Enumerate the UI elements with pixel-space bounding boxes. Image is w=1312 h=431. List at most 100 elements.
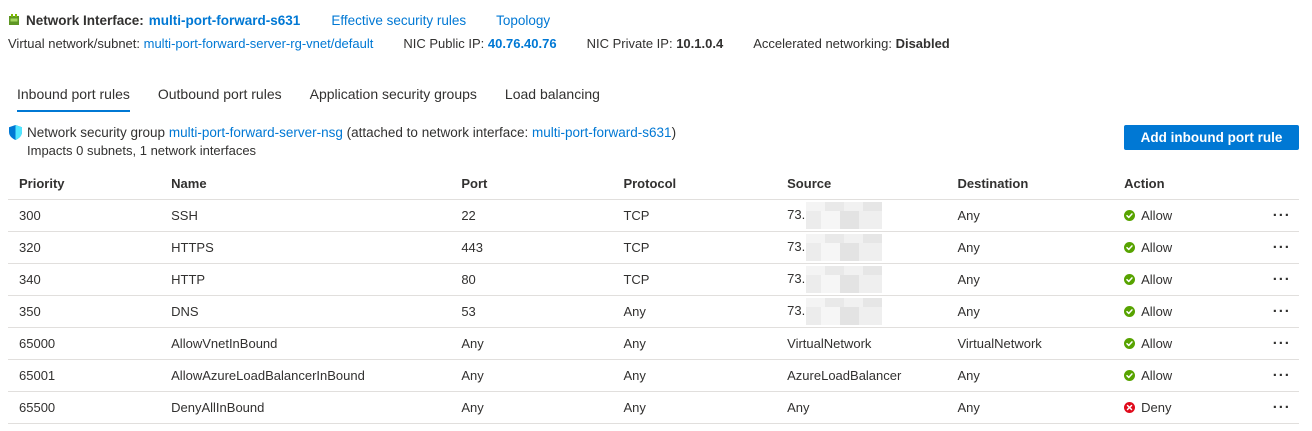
cell-action: Allow — [1113, 231, 1265, 264]
column-header-action[interactable]: Action — [1113, 167, 1265, 200]
tab-bar: Inbound port rules Outbound port rules A… — [17, 84, 628, 116]
cell-protocol: Any — [612, 327, 777, 360]
cell-protocol: TCP — [612, 199, 777, 232]
impacts-text: Impacts 0 subnets, 1 network interfaces — [27, 143, 257, 158]
column-header-priority[interactable]: Priority — [8, 167, 161, 200]
cell-source: 73. — [776, 263, 947, 296]
nic-details: Virtual network/subnet: multi-port-forwa… — [8, 34, 950, 52]
cell-destination: Any — [946, 359, 1114, 392]
action-label: Allow — [1141, 303, 1173, 319]
cell-action: Allow — [1113, 295, 1265, 328]
nsg-name-link[interactable]: multi-port-forward-server-nsg — [169, 125, 343, 140]
cell-action: Allow — [1113, 359, 1265, 392]
private-ip-label: NIC Private IP: — [586, 35, 673, 51]
tab-inbound-port-rules[interactable]: Inbound port rules — [17, 84, 130, 112]
cell-more: ··· — [1264, 231, 1299, 264]
page-header: Network Interface: multi-port-forward-s6… — [8, 11, 550, 29]
cell-source: AzureLoadBalancer — [776, 359, 947, 392]
cell-name: HTTPS — [160, 231, 451, 264]
cell-priority: 340 — [8, 263, 161, 296]
public-ip-label: NIC Public IP: — [403, 35, 485, 51]
action-label: Allow — [1141, 367, 1173, 383]
source-text: VirtualNetwork — [787, 336, 872, 351]
column-header-name[interactable]: Name — [160, 167, 451, 200]
cell-more: ··· — [1264, 327, 1299, 360]
attached-nic-link[interactable]: multi-port-forward-s631 — [532, 125, 672, 140]
cell-protocol: TCP — [612, 231, 777, 264]
tab-load-balancing[interactable]: Load balancing — [505, 84, 600, 108]
cell-source: 73. — [776, 231, 947, 264]
redacted-block — [806, 266, 883, 293]
cell-action: Deny — [1113, 391, 1265, 424]
cell-destination: Any — [946, 391, 1114, 424]
cell-priority: 300 — [8, 199, 161, 232]
table-body: 300 SSH 22 TCP 73. Any Allow ··· 320 HTTPS 443 TCP 7… — [8, 199, 1299, 424]
table-row[interactable]: 340 HTTP 80 TCP 73. Any Allow ··· — [8, 263, 1299, 296]
cell-destination: Any — [946, 231, 1114, 264]
table-row[interactable]: 320 HTTPS 443 TCP 73. Any Allow ··· — [8, 231, 1299, 264]
tab-outbound-port-rules[interactable]: Outbound port rules — [158, 84, 282, 108]
cell-action: Allow — [1113, 327, 1265, 360]
accelerated-networking-value: Disabled — [895, 35, 950, 51]
cell-source: 73. — [776, 295, 947, 328]
cell-port: Any — [450, 391, 613, 424]
cell-port: 22 — [450, 199, 613, 232]
more-options-icon[interactable]: ··· — [1273, 335, 1291, 352]
nsg-prefix: Network security group — [27, 124, 166, 140]
more-options-icon[interactable]: ··· — [1273, 271, 1291, 288]
cell-protocol: Any — [612, 391, 777, 424]
cell-port: 53 — [450, 295, 613, 328]
cell-source: Any — [776, 391, 947, 424]
redacted-block — [806, 298, 883, 325]
table-row[interactable]: 350 DNS 53 Any 73. Any Allow ··· — [8, 295, 1299, 328]
column-header-destination[interactable]: Destination — [946, 167, 1114, 200]
check-circle-icon — [1124, 369, 1136, 381]
more-options-icon[interactable]: ··· — [1273, 399, 1291, 416]
cell-destination: Any — [946, 199, 1114, 232]
cell-destination: Any — [946, 295, 1114, 328]
cell-name: AllowAzureLoadBalancerInBound — [160, 359, 451, 392]
topology-link[interactable]: Topology — [496, 13, 550, 28]
check-circle-icon — [1124, 337, 1136, 349]
cell-port: Any — [450, 359, 613, 392]
column-header-protocol[interactable]: Protocol — [612, 167, 777, 200]
cell-name: DNS — [160, 295, 451, 328]
nic-name-link[interactable]: multi-port-forward-s631 — [149, 13, 301, 28]
more-options-icon[interactable]: ··· — [1273, 207, 1291, 224]
inbound-rules-table: Priority Name Port Protocol Source Desti… — [8, 167, 1299, 424]
more-options-icon[interactable]: ··· — [1273, 239, 1291, 256]
accelerated-networking-label: Accelerated networking: — [753, 35, 892, 51]
vnet-link[interactable]: multi-port-forward-server-rg-vnet/defaul… — [144, 36, 374, 51]
more-options-icon[interactable]: ··· — [1273, 303, 1291, 320]
add-inbound-port-rule-button[interactable]: Add inbound port rule — [1124, 125, 1299, 150]
nsg-attached-text: (attached to network interface: — [346, 124, 529, 140]
cell-priority: 65001 — [8, 359, 161, 392]
action-label: Allow — [1141, 239, 1173, 255]
check-circle-icon — [1124, 305, 1136, 317]
table-row[interactable]: 65500 DenyAllInBound Any Any Any Any Deny ··· — [8, 391, 1299, 424]
nsg-info: Network security group multi-port-forwar… — [9, 123, 676, 141]
tab-application-security-groups[interactable]: Application security groups — [310, 84, 477, 108]
more-options-icon[interactable]: ··· — [1273, 367, 1291, 384]
cell-destination: Any — [946, 263, 1114, 296]
check-circle-icon — [1124, 273, 1136, 285]
cell-protocol: Any — [612, 359, 777, 392]
cell-port: 443 — [450, 231, 613, 264]
cell-name: AllowVnetInBound — [160, 327, 451, 360]
source-text: Any — [787, 400, 810, 415]
table-row[interactable]: 65000 AllowVnetInBound Any Any VirtualNetwor… — [8, 327, 1299, 360]
column-header-port[interactable]: Port — [450, 167, 613, 200]
action-label: Allow — [1141, 207, 1173, 223]
cell-action: Allow — [1113, 199, 1265, 232]
cell-protocol: Any — [612, 295, 777, 328]
action-label: Deny — [1141, 399, 1172, 415]
cell-protocol: TCP — [612, 263, 777, 296]
column-header-source[interactable]: Source — [776, 167, 947, 200]
action-label: Allow — [1141, 271, 1173, 287]
table-row[interactable]: 65001 AllowAzureLoadBalancerInBound Any Any… — [8, 359, 1299, 392]
cell-priority: 320 — [8, 231, 161, 264]
effective-security-rules-link[interactable]: Effective security rules — [331, 13, 466, 28]
public-ip-link[interactable]: 40.76.40.76 — [488, 36, 557, 51]
table-header-row: Priority Name Port Protocol Source Desti… — [8, 167, 1299, 200]
table-row[interactable]: 300 SSH 22 TCP 73. Any Allow ··· — [8, 199, 1299, 232]
